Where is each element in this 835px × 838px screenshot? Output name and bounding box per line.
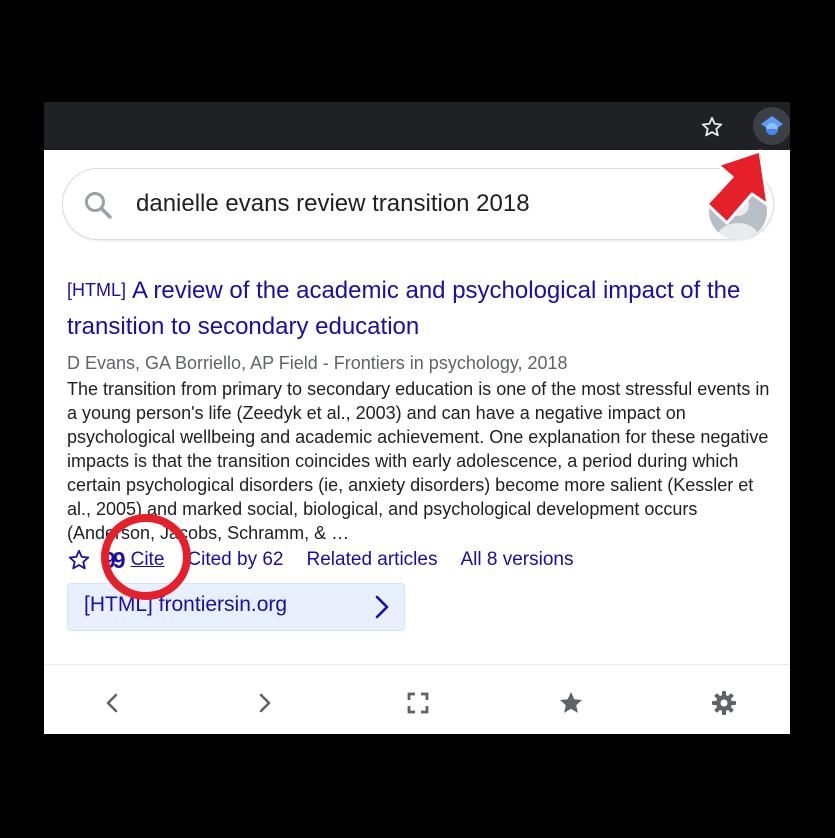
chevron-left-icon[interactable] [98, 689, 126, 717]
bottom-toolbar [44, 665, 790, 734]
fulltext-link-label: [HTML] frontiersin.org [84, 593, 288, 616]
browser-toolbar [44, 102, 790, 150]
result-actions: 99 Cite Cited by 62 Related articles All… [67, 547, 596, 574]
cited-by-link[interactable]: Cited by 62 [187, 549, 283, 571]
fulltext-link-button[interactable]: [HTML] frontiersin.org [67, 583, 405, 631]
chevron-right-icon [375, 595, 389, 619]
related-articles-link[interactable]: Related articles [307, 549, 438, 571]
search-icon [85, 192, 112, 219]
result-snippet: The transition from primary to secondary… [67, 379, 770, 543]
result-format-tag: [HTML] [67, 280, 127, 300]
avatar-icon [716, 194, 760, 240]
result-title-link[interactable]: [HTML] A review of the academic and psych… [67, 272, 777, 345]
search-result: [HTML] A review of the academic and psych… [67, 272, 777, 545]
account-avatar[interactable] [709, 182, 767, 240]
result-authors-source: D Evans, GA Borriello, AP Field - Fronti… [67, 353, 568, 373]
all-versions-link[interactable]: All 8 versions [460, 549, 573, 571]
search-query-text[interactable]: danielle evans review transition 2018 [136, 188, 530, 220]
scholar-extension-button[interactable] [753, 107, 790, 145]
star-filled-icon[interactable] [557, 689, 585, 717]
chevron-right-nav-icon[interactable] [251, 689, 279, 717]
bookmark-star-icon[interactable] [700, 115, 724, 139]
gear-icon[interactable] [710, 689, 738, 717]
cite-link[interactable]: Cite [131, 549, 165, 571]
cite-quote-icon[interactable]: 99 [103, 547, 126, 574]
save-star-icon[interactable] [67, 548, 91, 572]
fullscreen-icon[interactable] [404, 689, 432, 717]
browser-popup: danielle evans review transition 2018 [H… [44, 102, 790, 734]
result-title-text[interactable]: A review of the academic and psychologic… [67, 277, 740, 340]
scholar-extension-icon [761, 116, 783, 135]
search-box[interactable]: danielle evans review transition 2018 [62, 168, 774, 240]
